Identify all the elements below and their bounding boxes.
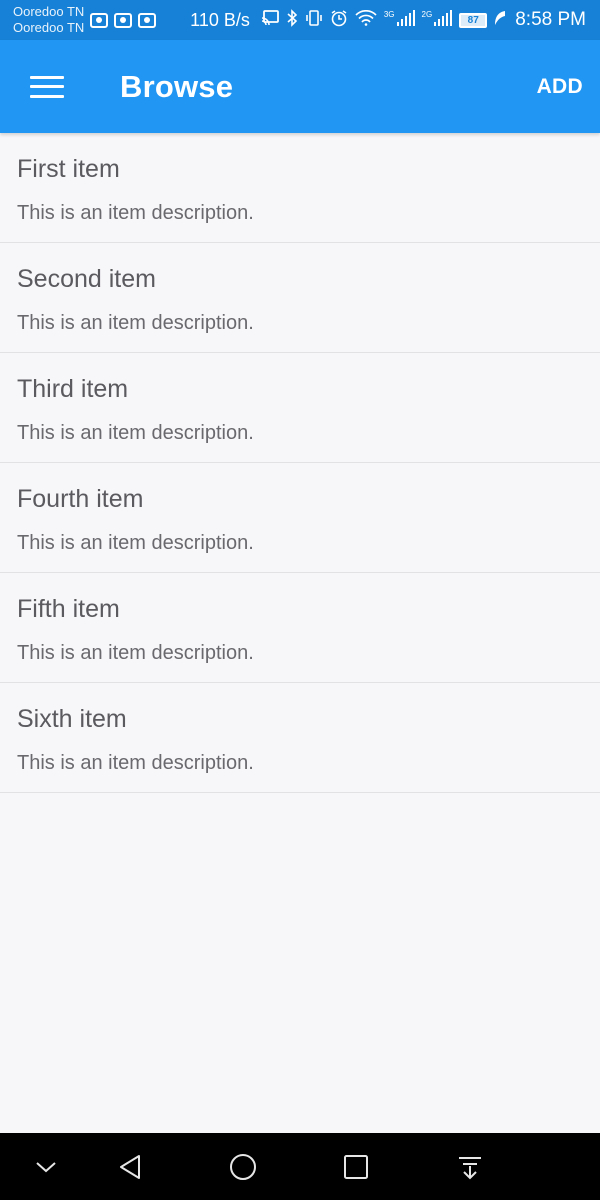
navigation-bar bbox=[0, 1133, 600, 1200]
battery-icon: 87 bbox=[459, 12, 488, 28]
recents-icon[interactable] bbox=[332, 1133, 380, 1200]
notification-icons bbox=[90, 12, 157, 28]
video-icon bbox=[90, 12, 109, 28]
item-title: Second item bbox=[17, 265, 156, 293]
signal-icon: 3G bbox=[383, 9, 415, 31]
net-type-1: 3G bbox=[383, 9, 395, 19]
camera-icon bbox=[114, 12, 133, 28]
signal-icon: 2G bbox=[421, 9, 453, 31]
item-description: This is an item description. bbox=[17, 422, 254, 444]
item-description: This is an item description. bbox=[17, 202, 254, 224]
clock: 8:58 PM bbox=[515, 9, 586, 30]
page-title: Browse bbox=[120, 68, 234, 104]
list-item[interactable]: Fifth item This is an item description. bbox=[0, 573, 600, 683]
item-description: This is an item description. bbox=[17, 532, 254, 554]
bluetooth-icon bbox=[286, 9, 298, 31]
item-title: Sixth item bbox=[17, 705, 127, 733]
carrier-2: Ooredoo TN bbox=[13, 20, 85, 35]
notification-pull-icon[interactable] bbox=[446, 1133, 494, 1200]
item-description: This is an item description. bbox=[17, 752, 254, 774]
status-bar: Ooredoo TN Ooredoo TN 110 B/s 3G 2G 87 8… bbox=[0, 0, 600, 40]
vibrate-icon bbox=[305, 9, 323, 31]
mail-icon bbox=[138, 12, 157, 28]
carrier-names: Ooredoo TN Ooredoo TN bbox=[13, 4, 84, 36]
list-item[interactable]: First item This is an item description. bbox=[0, 133, 600, 243]
charging-icon bbox=[494, 10, 506, 30]
list-item[interactable]: Sixth item This is an item description. bbox=[0, 683, 600, 793]
item-list: First item This is an item description. … bbox=[0, 133, 600, 793]
net-speed: 110 B/s bbox=[190, 9, 250, 30]
menu-icon[interactable] bbox=[30, 75, 64, 98]
item-description: This is an item description. bbox=[17, 312, 254, 334]
item-title: First item bbox=[17, 155, 120, 183]
add-button[interactable]: ADD bbox=[537, 75, 583, 99]
list-item[interactable]: Third item This is an item description. bbox=[0, 353, 600, 463]
home-icon[interactable] bbox=[219, 1133, 267, 1200]
item-title: Fourth item bbox=[17, 485, 144, 513]
wifi-icon bbox=[355, 9, 377, 30]
alarm-icon bbox=[330, 9, 348, 31]
item-title: Fifth item bbox=[17, 595, 120, 623]
chevron-down-icon[interactable] bbox=[22, 1133, 70, 1200]
cast-icon bbox=[261, 10, 279, 30]
item-title: Third item bbox=[17, 375, 129, 403]
item-description: This is an item description. bbox=[17, 642, 254, 664]
net-type-2: 2G bbox=[421, 9, 433, 19]
back-icon[interactable] bbox=[106, 1133, 154, 1200]
list-item[interactable]: Second item This is an item description. bbox=[0, 243, 600, 353]
list-item[interactable]: Fourth item This is an item description. bbox=[0, 463, 600, 573]
system-status: 110 B/s 3G 2G 87 8:58 PM bbox=[190, 0, 586, 40]
app-bar: Browse ADD bbox=[0, 40, 600, 133]
carrier-1: Ooredoo TN bbox=[13, 4, 85, 19]
